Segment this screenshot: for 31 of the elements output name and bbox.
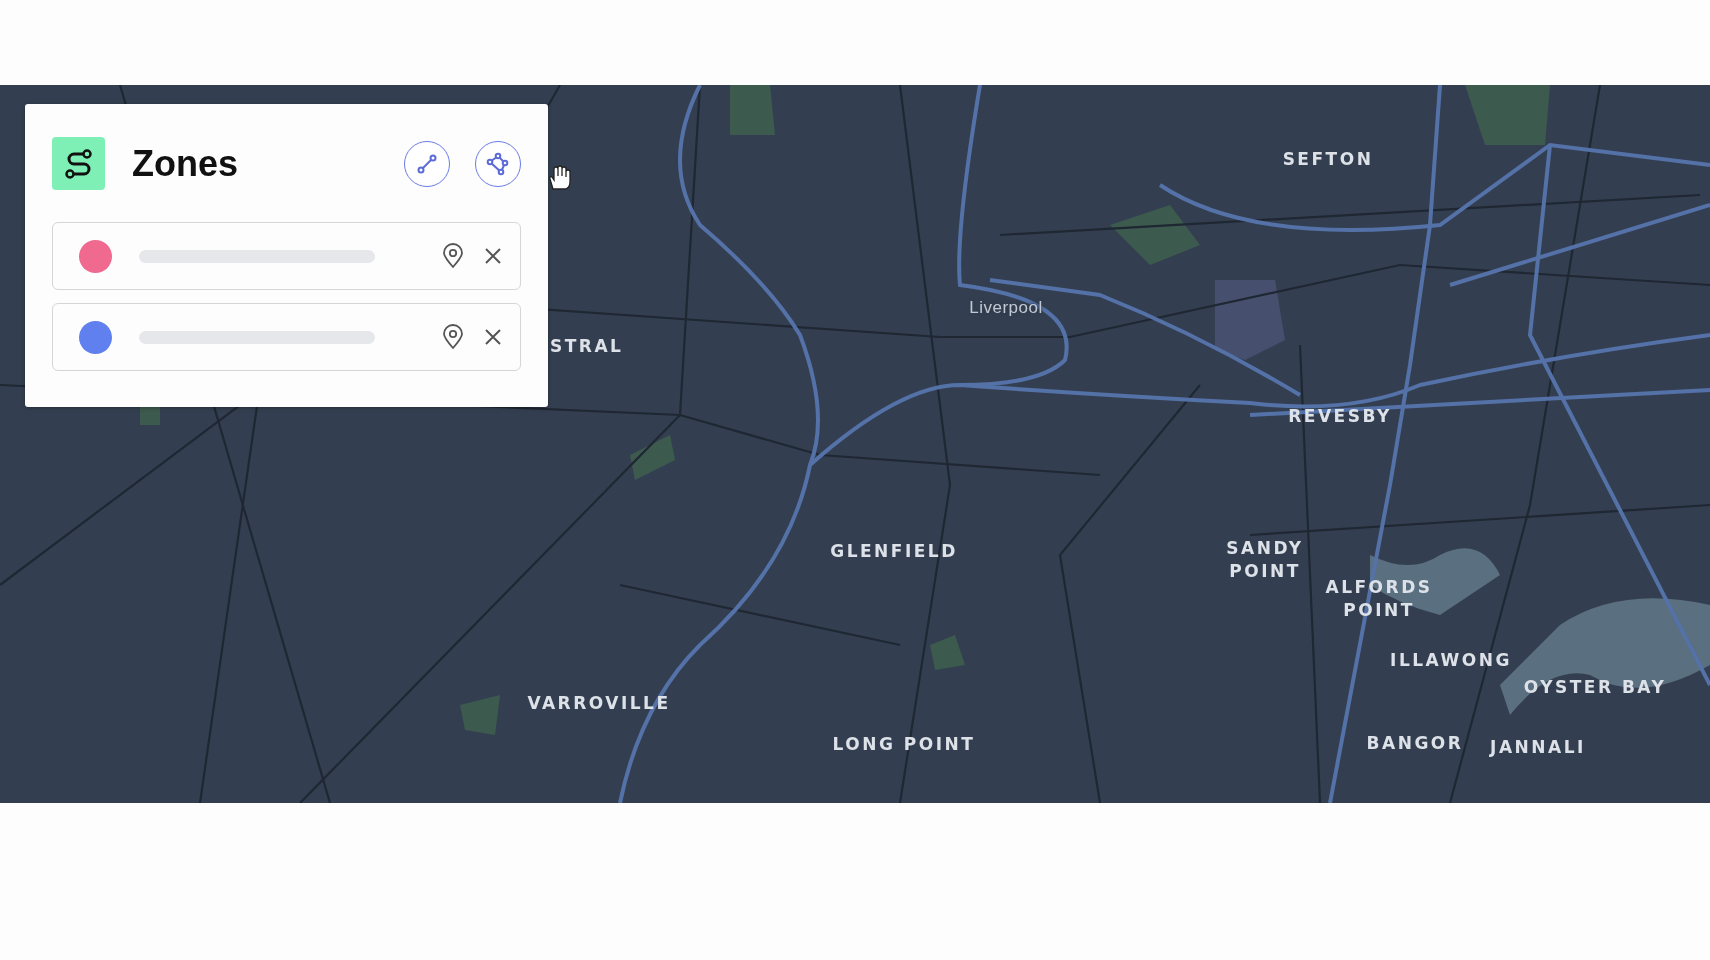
park-area [460, 695, 500, 735]
suburb-label: BANGOR [1366, 731, 1464, 755]
hand-cursor-icon [547, 165, 571, 191]
suburb-label: LONG POINT [832, 732, 976, 756]
suburb-label: GLENFIELD [830, 539, 958, 563]
suburb-label: SANDY POINT [1225, 537, 1305, 583]
close-icon[interactable] [484, 247, 502, 265]
suburb-label: JANNALI [1490, 735, 1586, 759]
suburb-label: STRAL [550, 334, 624, 358]
polygon-icon [486, 151, 510, 176]
route-logo-icon [52, 137, 105, 190]
suburb-label: REVESBY [1288, 404, 1392, 428]
suburb-label: SEFTON [1282, 147, 1374, 171]
zone-row[interactable] [52, 303, 521, 371]
park-area [730, 85, 775, 135]
city-label: Liverpool [969, 296, 1043, 319]
suburb-label: VARROVILLE [527, 691, 671, 715]
map-background[interactable]: Zones SEFTON Liverpool STRAL REVESBY GLENFIELD SANDY POINT ALFORDS POINT ILLAWONG OYSTER BAY VARROVILLE LONG POINT BANGOR JANNALI [0, 85, 1710, 803]
park-area [630, 435, 675, 480]
suburb-label: OYSTER BAY [1523, 675, 1667, 699]
suburb-label: ALFORDS POINT [1324, 576, 1434, 622]
suburb-label: ILLAWONG [1390, 648, 1512, 672]
panel-title: Zones [132, 142, 239, 185]
location-pin-icon[interactable] [442, 324, 464, 350]
draw-polygon-button[interactable] [475, 140, 521, 187]
location-pin-icon[interactable] [442, 243, 464, 269]
line-segment-icon [416, 152, 438, 175]
park-area [140, 405, 160, 425]
close-icon[interactable] [484, 328, 502, 346]
park-area [930, 635, 965, 670]
draw-line-button[interactable] [404, 140, 450, 187]
